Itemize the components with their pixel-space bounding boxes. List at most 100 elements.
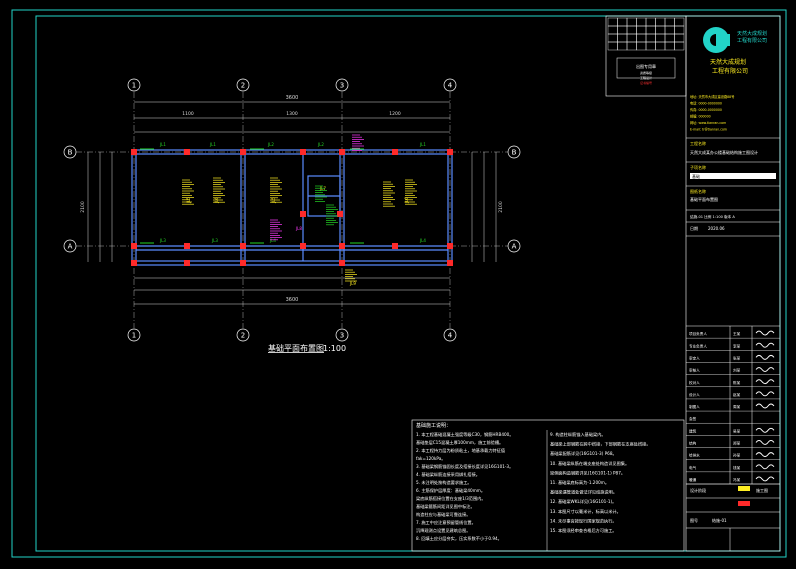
column-9 xyxy=(240,243,246,249)
notes-header: 基础施工说明： xyxy=(416,422,451,429)
beam-label-bottom-3: JL4 xyxy=(419,238,426,243)
sign-role-9: 结构 xyxy=(689,441,697,446)
sign-role-2: 审定人 xyxy=(689,355,700,360)
sign-name-12: 冯某 xyxy=(733,477,741,482)
note-left-0: 1. 本工程基础混凝土强度等级C30，钢筋HRB400。 xyxy=(416,431,514,438)
company-info-2: 传真: 0000-0000000 xyxy=(690,107,722,112)
company-info-3: 邮编: 000000 xyxy=(690,114,711,119)
note-left-8: 梁底纵筋搭接位置在支座1/3范围内。 xyxy=(416,495,486,502)
grid-label-bottom-1: 1 xyxy=(132,332,136,340)
sign-name-3: 刘某 xyxy=(733,368,741,373)
dim-total-top: 3600 xyxy=(286,95,299,101)
grid-label-left-A: A xyxy=(68,243,73,251)
grid-label-right-A: A xyxy=(512,243,517,251)
sign-role-4: 校对人 xyxy=(689,380,700,385)
column-5 xyxy=(392,149,398,155)
column-2 xyxy=(240,149,246,155)
dim-span-3: 1200 xyxy=(389,111,401,117)
number-value: 结施-01 xyxy=(712,517,727,523)
beam-label-top-0: JL1 xyxy=(159,142,166,147)
note-left-4: 3. 基础梁钢筋锚固长度及搭接长度详见16G101-3。 xyxy=(416,463,513,470)
column-11 xyxy=(339,243,345,249)
drawing-svg[interactable]: 3600 3600 1100 1300 1200 2100 2100 1234 … xyxy=(0,0,796,565)
beam-label-top-4: JL1 xyxy=(419,142,426,147)
dim-span-2: 1300 xyxy=(286,111,298,117)
note-right-9: 14. 未尽事宜按现行国家规范执行。 xyxy=(550,517,617,524)
grid-label-bottom-4: 4 xyxy=(448,332,453,340)
sign-name-2: 张某 xyxy=(733,355,741,360)
note-left-13: 8. 回填土应分层夯实，压实系数不小于0.94。 xyxy=(416,535,502,542)
sign-name-9: 郑某 xyxy=(733,441,741,446)
note-left-9: 基础梁箍筋间距详见图中标注。 xyxy=(416,503,475,510)
cad-drawing-canvas[interactable]: 3600 3600 1100 1300 1200 2100 2100 1234 … xyxy=(0,0,796,565)
column-12 xyxy=(392,243,398,249)
sign-name-4: 陈某 xyxy=(733,380,741,385)
grid-label-bottom-2: 2 xyxy=(241,332,245,340)
note-right-5: 11. 基础梁底标高为-1.200m。 xyxy=(550,479,609,486)
sign-name-6: 周某 xyxy=(733,404,741,409)
phase-label: 设计阶段 xyxy=(690,487,706,493)
note-right-10: 15. 本图须经审查合格后方可施工。 xyxy=(550,527,617,534)
column-0 xyxy=(131,149,137,155)
beam-label-top-2: JL2 xyxy=(267,142,274,147)
sign-role-10: 给排水 xyxy=(689,453,700,458)
sign-role-5: 设计人 xyxy=(689,392,700,397)
date-label: 日期 xyxy=(690,225,698,231)
beam-label-bottom-0: JL3 xyxy=(159,238,166,243)
column-8 xyxy=(184,243,190,249)
note-right-6: 基础梁遇管道处做法详见结施说明。 xyxy=(550,489,617,496)
beam-label-center-2: JL9 xyxy=(349,281,356,286)
note-left-10: 构造柱应与基础梁可靠连接。 xyxy=(416,511,470,518)
grid-label-left-B: B xyxy=(68,149,73,157)
sign-role-3: 审核人 xyxy=(689,368,700,373)
sign-role-12: 暖通 xyxy=(689,477,697,482)
column-3 xyxy=(300,149,306,155)
project-label: 工程名称 xyxy=(690,140,706,146)
column-4 xyxy=(339,149,345,155)
cert-line-1: 资质等级 xyxy=(640,70,652,75)
column-19 xyxy=(300,211,306,217)
beam-label-top-1: JL1 xyxy=(209,142,216,147)
dim-depth-left: 2100 xyxy=(80,201,86,213)
column-16 xyxy=(240,260,246,266)
company-info-4: 网址: www.tianran.com xyxy=(690,120,726,125)
note-left-6: 5. 未注明处按构造要求施工。 xyxy=(416,479,472,486)
beam-label-top-3: JL2 xyxy=(317,142,324,147)
dim-depth-right: 2100 xyxy=(498,201,504,213)
note-right-1: 基础梁上部钢筋在跨中搭接，下部钢筋在支座处搭接。 xyxy=(550,441,651,448)
cert-stamp: 出图专用章 xyxy=(636,63,656,69)
company-tag-2: 工程有限公司 xyxy=(737,37,767,44)
sign-role-8: 建筑 xyxy=(689,428,697,433)
note-right-8: 13. 本图尺寸以毫米计，标高以米计。 xyxy=(550,508,621,515)
company-info-5: E-mail: tr@tianran.com xyxy=(690,128,727,132)
sign-role-0: 项目负责人 xyxy=(689,331,707,336)
plan-title: 基础平面布置图 xyxy=(268,343,324,353)
beam-label-center-1: JL8 xyxy=(295,226,302,231)
sub-project: 基础 xyxy=(692,173,700,179)
sign-role-7: 会签 xyxy=(689,416,697,421)
sign-role-1: 专业负责人 xyxy=(689,343,707,348)
dim-total-bottom: 3600 xyxy=(286,297,299,303)
sign-name-8: 吴某 xyxy=(733,428,741,433)
note-right-0: 9. 构造柱纵筋锚入基础梁内。 xyxy=(550,431,606,438)
sign-name-0: 王某 xyxy=(733,331,741,336)
grid-label-top-3: 3 xyxy=(340,82,344,90)
column-13 xyxy=(447,243,453,249)
date-value: 2020.06 xyxy=(708,226,725,231)
note-left-2: 2. 本工程持力层为粉质粘土，地基承载力特征值 xyxy=(416,447,505,454)
company-name-2: 工程有限公司 xyxy=(712,67,748,75)
plan-scale: 1:100 xyxy=(323,344,346,353)
cert-line-2: 工程设计 xyxy=(640,75,652,80)
drawing-name: 基础平面布置图 xyxy=(690,196,718,202)
sign-role-11: 电气 xyxy=(689,465,697,470)
column-10 xyxy=(300,243,306,249)
note-right-7: 12. 基础梁WKL详见(16G101-1)。 xyxy=(550,498,616,505)
beam-label-bottom-1: JL3 xyxy=(211,238,218,243)
cert-line-3: 证书编号 xyxy=(640,80,652,85)
note-left-5: 4. 基础梁纵筋连接采用绑扎搭接。 xyxy=(416,471,480,478)
grid-label-top-1: 1 xyxy=(132,82,136,90)
number-label: 图号 xyxy=(690,517,698,523)
grid-label-right-B: B xyxy=(512,149,517,157)
note-left-7: 6. 主筋保护层厚度：基础梁40mm。 xyxy=(416,487,485,494)
company-tag-1: 天然大成规划 xyxy=(737,30,767,37)
